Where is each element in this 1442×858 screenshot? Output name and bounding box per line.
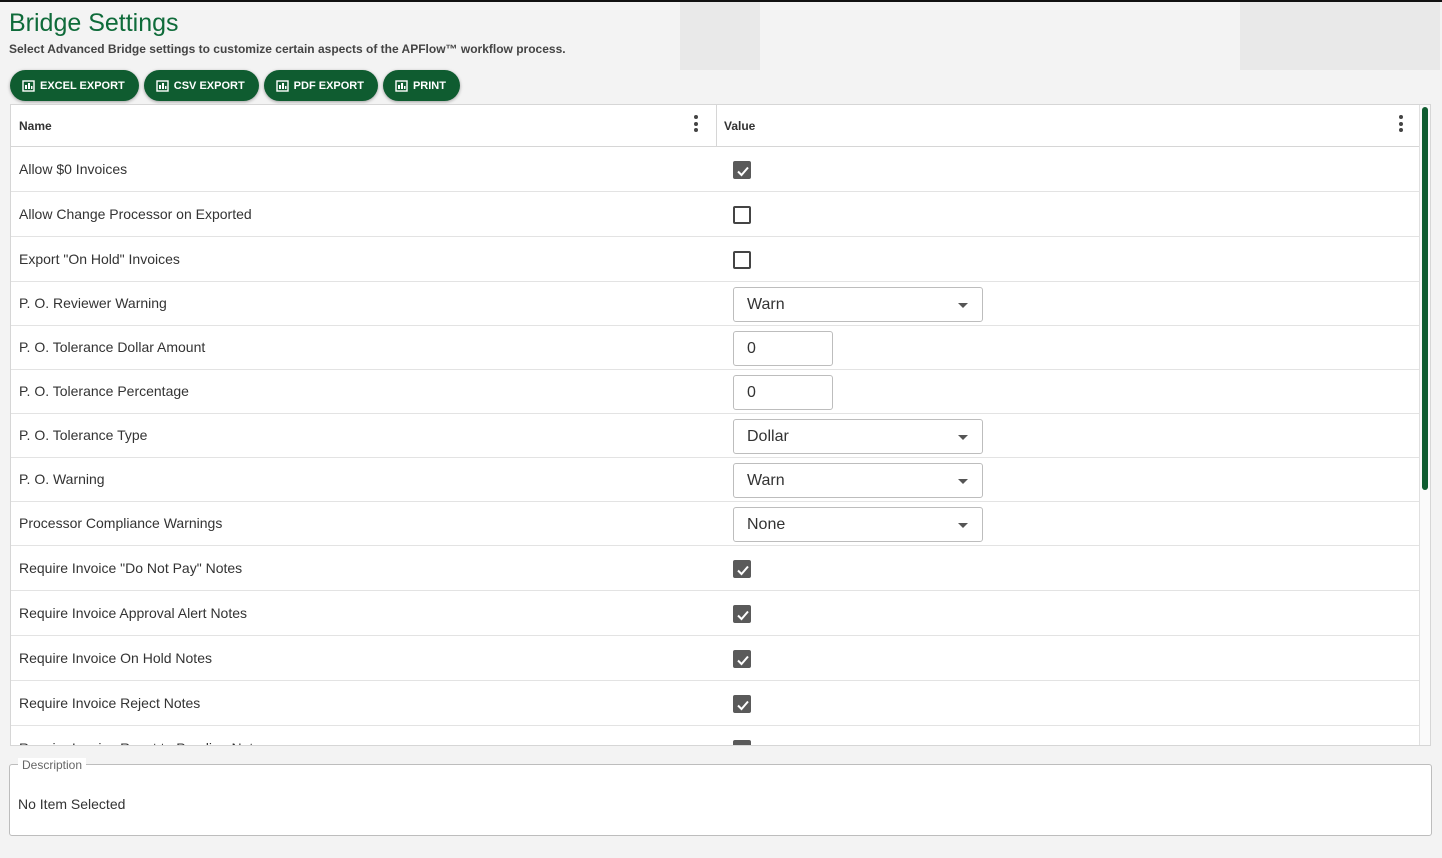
chevron-down-icon bbox=[958, 478, 968, 484]
page-title: Bridge Settings bbox=[9, 9, 179, 37]
description-legend: Description bbox=[18, 758, 87, 772]
pdf-export-button[interactable]: PDF EXPORT bbox=[263, 70, 378, 101]
column-header-value[interactable]: Value bbox=[724, 119, 755, 133]
checkmark-icon bbox=[737, 166, 749, 176]
grid-body: Allow $0 Invoices Allow Change Processor … bbox=[11, 147, 1430, 747]
excel-export-label: EXCEL EXPORT bbox=[40, 79, 125, 92]
export-icon bbox=[275, 79, 289, 92]
window-top-border bbox=[0, 0, 1442, 2]
setting-dropdown[interactable]: None bbox=[733, 506, 983, 542]
checkmark-icon bbox=[737, 610, 749, 620]
chevron-down-icon bbox=[958, 434, 968, 440]
grid-header: Name Value bbox=[11, 105, 1430, 147]
chevron-down-icon bbox=[958, 302, 968, 308]
setting-dropdown[interactable]: Warn bbox=[733, 462, 983, 498]
page-subtitle: Select Advanced Bridge settings to custo… bbox=[9, 42, 566, 56]
table-row[interactable]: Require Invoice Reject Notes bbox=[11, 681, 1430, 726]
column-divider[interactable] bbox=[716, 105, 717, 146]
setting-checkbox[interactable] bbox=[733, 649, 751, 668]
table-row[interactable]: Export "On Hold" Invoices bbox=[11, 237, 1430, 282]
csv-export-button[interactable]: CSV EXPORT bbox=[143, 70, 259, 101]
checkmark-icon bbox=[737, 565, 749, 575]
table-row[interactable]: Processor Compliance Warnings None bbox=[11, 502, 1430, 546]
description-text: No Item Selected bbox=[18, 796, 126, 812]
dropdown-value: Dollar bbox=[747, 427, 789, 445]
table-row[interactable]: P. O. Reviewer Warning Warn bbox=[11, 282, 1430, 326]
pdf-export-label: PDF EXPORT bbox=[293, 79, 364, 92]
print-label: PRINT bbox=[412, 79, 446, 92]
table-row[interactable]: P. O. Tolerance Percentage 0 bbox=[11, 370, 1430, 414]
number-value: 0 bbox=[747, 339, 756, 357]
vertical-scrollbar[interactable] bbox=[1419, 105, 1430, 745]
chevron-down-icon bbox=[958, 522, 968, 528]
checkmark-icon bbox=[737, 700, 749, 710]
export-icon bbox=[22, 79, 35, 92]
background-shape bbox=[680, 0, 760, 70]
setting-checkbox[interactable] bbox=[733, 160, 751, 179]
dropdown-value: Warn bbox=[747, 295, 785, 313]
checkmark-icon bbox=[737, 655, 749, 665]
table-row[interactable]: Allow Change Processor on Exported bbox=[11, 192, 1430, 237]
column-header-name[interactable]: Name bbox=[19, 119, 52, 133]
print-button[interactable]: PRINT bbox=[382, 70, 460, 101]
description-panel: Description No Item Selected bbox=[9, 758, 1432, 836]
table-row[interactable]: Require Invoice On Hold Notes bbox=[11, 636, 1430, 681]
csv-export-label: CSV EXPORT bbox=[173, 79, 245, 92]
setting-name: Require Invoice Reject Notes bbox=[19, 694, 201, 711]
table-row[interactable]: Require Invoice Approval Alert Notes bbox=[11, 591, 1430, 636]
table-row[interactable]: P. O. Tolerance Dollar Amount 0 bbox=[11, 326, 1430, 370]
setting-name: Allow Change Processor on Exported bbox=[19, 205, 252, 222]
setting-name: P. O. Tolerance Dollar Amount bbox=[19, 339, 206, 355]
export-icon bbox=[156, 79, 169, 92]
setting-checkbox[interactable] bbox=[733, 604, 751, 623]
setting-name: Require Invoice On Hold Notes bbox=[19, 649, 212, 666]
setting-name: Require Invoice "Do Not Pay" Notes bbox=[19, 559, 243, 576]
table-row[interactable]: P. O. Tolerance Type Dollar bbox=[11, 414, 1430, 458]
setting-checkbox[interactable] bbox=[733, 250, 751, 269]
setting-checkbox[interactable] bbox=[733, 205, 751, 224]
setting-name: Require Invoice Reset to Pending Notes bbox=[19, 740, 268, 746]
setting-dropdown[interactable]: Warn bbox=[733, 286, 983, 322]
column-menu-icon[interactable] bbox=[694, 115, 698, 132]
setting-dropdown[interactable]: Dollar bbox=[733, 418, 983, 454]
number-value: 0 bbox=[747, 383, 756, 401]
setting-name: P. O. Tolerance Type bbox=[19, 427, 148, 443]
table-row[interactable]: Allow $0 Invoices bbox=[11, 147, 1430, 192]
setting-name: P. O. Warning bbox=[19, 471, 105, 487]
setting-name: Allow $0 Invoices bbox=[19, 160, 128, 177]
print-icon bbox=[395, 79, 408, 92]
scrollbar-thumb[interactable] bbox=[1422, 107, 1428, 490]
setting-name: Processor Compliance Warnings bbox=[19, 515, 223, 531]
table-row[interactable]: Require Invoice Reset to Pending Notes bbox=[11, 726, 1430, 747]
setting-name: Require Invoice Approval Alert Notes bbox=[19, 604, 248, 621]
setting-checkbox[interactable] bbox=[733, 559, 751, 578]
table-row[interactable]: Require Invoice "Do Not Pay" Notes bbox=[11, 546, 1430, 591]
setting-name: P. O. Reviewer Warning bbox=[19, 295, 167, 311]
excel-export-button[interactable]: EXCEL EXPORT bbox=[10, 70, 139, 101]
dropdown-value: None bbox=[747, 515, 786, 533]
column-menu-icon[interactable] bbox=[1399, 115, 1403, 132]
setting-number-input[interactable]: 0 bbox=[733, 374, 833, 410]
setting-number-input[interactable]: 0 bbox=[733, 330, 833, 366]
export-toolbar: EXCEL EXPORT CSV EXPORT PDF EXPORT PRINT bbox=[10, 70, 460, 101]
setting-name: P. O. Tolerance Percentage bbox=[19, 383, 189, 399]
setting-name: Export "On Hold" Invoices bbox=[19, 250, 180, 267]
setting-checkbox[interactable] bbox=[733, 739, 751, 747]
settings-grid: Name Value Allow $0 Invoices Allow Change… bbox=[10, 104, 1431, 746]
table-row[interactable]: P. O. Warning Warn bbox=[11, 458, 1430, 502]
checkmark-icon bbox=[736, 743, 750, 747]
setting-checkbox[interactable] bbox=[733, 694, 751, 713]
background-shape bbox=[1240, 0, 1440, 70]
dropdown-value: Warn bbox=[747, 471, 785, 489]
